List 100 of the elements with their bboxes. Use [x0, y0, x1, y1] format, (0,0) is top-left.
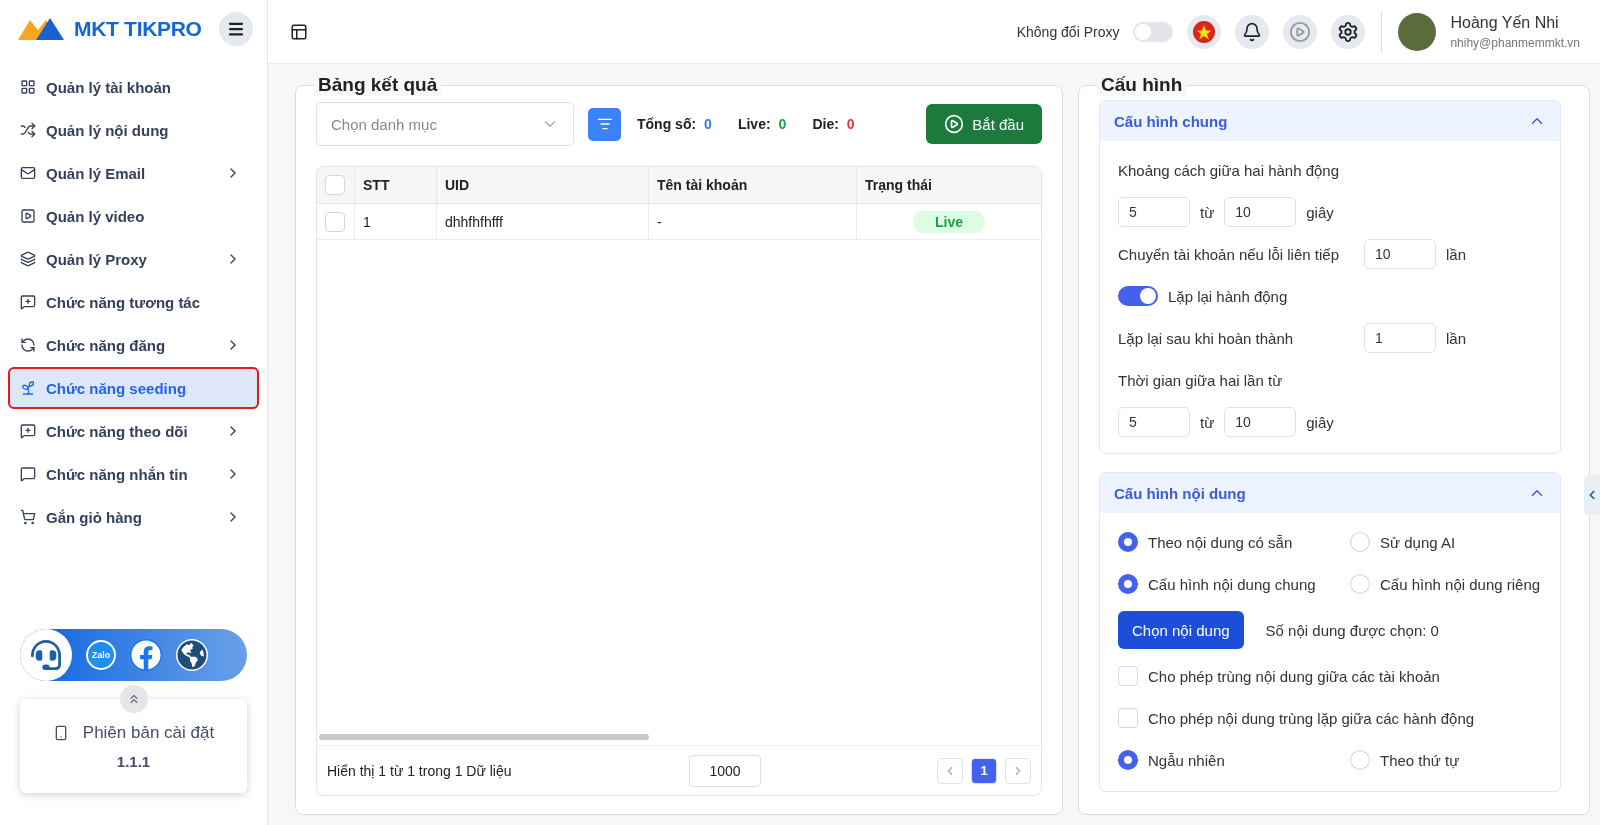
- sidebar-item[interactable]: Chức năng theo dõi: [8, 410, 259, 452]
- number-field[interactable]: 10: [1224, 197, 1297, 227]
- checkbox[interactable]: [1118, 708, 1138, 728]
- play-button[interactable]: [1283, 14, 1318, 49]
- support-chat-icon[interactable]: [20, 629, 72, 681]
- field-label: Thời gian giữa hai lần từ: [1118, 371, 1283, 389]
- checkbox-label: Cho phép nội dung trùng lặp giữa các hành động: [1148, 709, 1475, 727]
- radio-button[interactable]: [1118, 532, 1138, 552]
- globe-icon[interactable]: [176, 639, 208, 671]
- proxy-switch[interactable]: [1133, 21, 1174, 42]
- settings-icon: [1337, 20, 1360, 43]
- status-badge: Live: [913, 210, 985, 233]
- page-button[interactable]: 1: [971, 757, 997, 784]
- flag-button[interactable]: [1187, 14, 1222, 49]
- avatar-placeholder[interactable]: [1398, 12, 1437, 51]
- table-cell: -: [649, 204, 857, 240]
- radio-label: Cấu hình nội dung riêng: [1380, 575, 1541, 593]
- radio-button[interactable]: [1118, 750, 1138, 770]
- choose-content-button[interactable]: Chọn nội dung: [1118, 611, 1244, 649]
- switch-label: Lặp lại hành động: [1168, 287, 1288, 305]
- field-label: Khoảng cách giữa hai hành động: [1118, 161, 1340, 179]
- section-header[interactable]: Cấu hình chung: [1100, 101, 1560, 141]
- sidebar-item[interactable]: Quản lý tài khoản: [8, 66, 259, 108]
- sidebar-item[interactable]: Quản lý video: [8, 195, 259, 237]
- menu-item-icon: [20, 122, 36, 138]
- stat-label: Die:: [812, 116, 839, 132]
- radio-label: Ngẫu nhiên: [1148, 751, 1225, 769]
- sidebar-item[interactable]: Quản lý Proxy: [8, 238, 259, 280]
- stat-label: Tổng số:: [637, 116, 697, 132]
- radio-label: Sử dụng AI: [1380, 533, 1456, 551]
- selected-count-text: Số nội dung được chọn: 0: [1265, 621, 1439, 639]
- menu-item-icon: [20, 165, 36, 181]
- panel-title: Cấu hình: [1097, 74, 1187, 96]
- checkbox[interactable]: [1118, 666, 1138, 686]
- user-email: nhihy@phanmemmkt.vn: [1450, 35, 1580, 50]
- table-cell: dhhfhfhfff: [437, 204, 649, 240]
- side-drawer-tab[interactable]: [1584, 475, 1600, 515]
- stat-value: 0: [778, 116, 787, 132]
- sidebar-item[interactable]: Chức năng seeding: [8, 367, 259, 409]
- number-field[interactable]: 5: [1118, 197, 1190, 227]
- filter-icon: [596, 116, 613, 132]
- menu-item-icon: [20, 294, 36, 310]
- page-size-field[interactable]: 1000: [689, 754, 761, 787]
- column-header: Tên tài khoản: [649, 167, 857, 204]
- number-field[interactable]: 10: [1364, 239, 1436, 269]
- checkbox-label: Cho phép trùng nội dung giữa các tài khoản: [1148, 667, 1440, 685]
- row-checkbox[interactable]: [325, 211, 345, 232]
- separator-label: từ: [1200, 413, 1215, 431]
- proxy-toggle-label: Không đổi Proxy: [1016, 23, 1120, 40]
- radio-label: Theo thứ tự: [1380, 751, 1460, 769]
- radio-label: Cấu hình nội dung chung: [1148, 575, 1316, 593]
- section-header[interactable]: Cấu hình nội dung: [1100, 473, 1560, 513]
- unit-label: lần: [1446, 329, 1467, 347]
- menu-item-icon: [20, 423, 36, 439]
- sidebar-item[interactable]: Chức năng đăng: [8, 324, 259, 366]
- sidebar-item[interactable]: Quản lý Email: [8, 152, 259, 194]
- play-icon: [1289, 20, 1312, 43]
- separator-label: từ: [1200, 203, 1215, 221]
- sidebar-item[interactable]: Chức năng nhắn tin: [8, 453, 259, 495]
- notification-button[interactable]: [1235, 14, 1270, 49]
- version-label: Phiên bản cài đặt: [82, 722, 215, 743]
- menu-icon: [227, 20, 245, 38]
- column-header: Trạng thái: [857, 167, 1041, 204]
- settings-button[interactable]: [1331, 14, 1366, 49]
- column-header: STT: [355, 167, 437, 204]
- column-header: UID: [437, 167, 649, 204]
- layout-icon[interactable]: [290, 22, 308, 41]
- number-field[interactable]: 1: [1364, 323, 1436, 353]
- collapse-up-button[interactable]: [119, 685, 148, 713]
- start-button[interactable]: Bắt đầu: [926, 104, 1042, 144]
- user-name: Hoàng Yến Nhi: [1450, 13, 1560, 32]
- filter-button[interactable]: [588, 107, 621, 141]
- repeat-switch[interactable]: [1118, 286, 1158, 306]
- horizontal-scrollbar[interactable]: [319, 734, 649, 740]
- sidebar-item[interactable]: Gắn giỏ hàng: [8, 496, 259, 538]
- unit-label: giây: [1306, 413, 1334, 431]
- menu-item-icon: [20, 337, 36, 353]
- select-all-checkbox[interactable]: [325, 175, 345, 195]
- menu-item-icon: [20, 466, 36, 482]
- play-icon: [944, 114, 965, 134]
- sidebar-item[interactable]: Chức năng tương tác: [8, 281, 259, 323]
- stat-value: 0: [846, 116, 855, 132]
- field-label: Lặp lại sau khi hoàn thành: [1118, 329, 1295, 347]
- bell-icon: [1242, 21, 1263, 42]
- radio-label: Theo nội dung có sẵn: [1148, 533, 1293, 551]
- menu-item-icon: [20, 208, 36, 224]
- sidebar-item[interactable]: Quản lý nội dung: [8, 109, 259, 151]
- number-field[interactable]: 10: [1224, 407, 1297, 437]
- menu-button[interactable]: [219, 12, 253, 46]
- stat-label: Live:: [737, 116, 771, 132]
- number-field[interactable]: 5: [1118, 407, 1190, 437]
- category-select[interactable]: Chọn danh mục: [316, 102, 574, 146]
- menu-item-icon: [20, 251, 36, 267]
- table-cell: 1: [355, 204, 437, 240]
- facebook-icon[interactable]: [130, 639, 162, 671]
- pagination-summary: Hiển thị 1 từ 1 trong 1 Dữ liệu: [327, 762, 513, 779]
- radio-button[interactable]: [1118, 574, 1138, 594]
- unit-label: lần: [1446, 245, 1467, 263]
- version-number: 1.1.1: [116, 752, 151, 770]
- field-label: Chuyển tài khoản nếu lỗi liên tiếp: [1118, 245, 1340, 263]
